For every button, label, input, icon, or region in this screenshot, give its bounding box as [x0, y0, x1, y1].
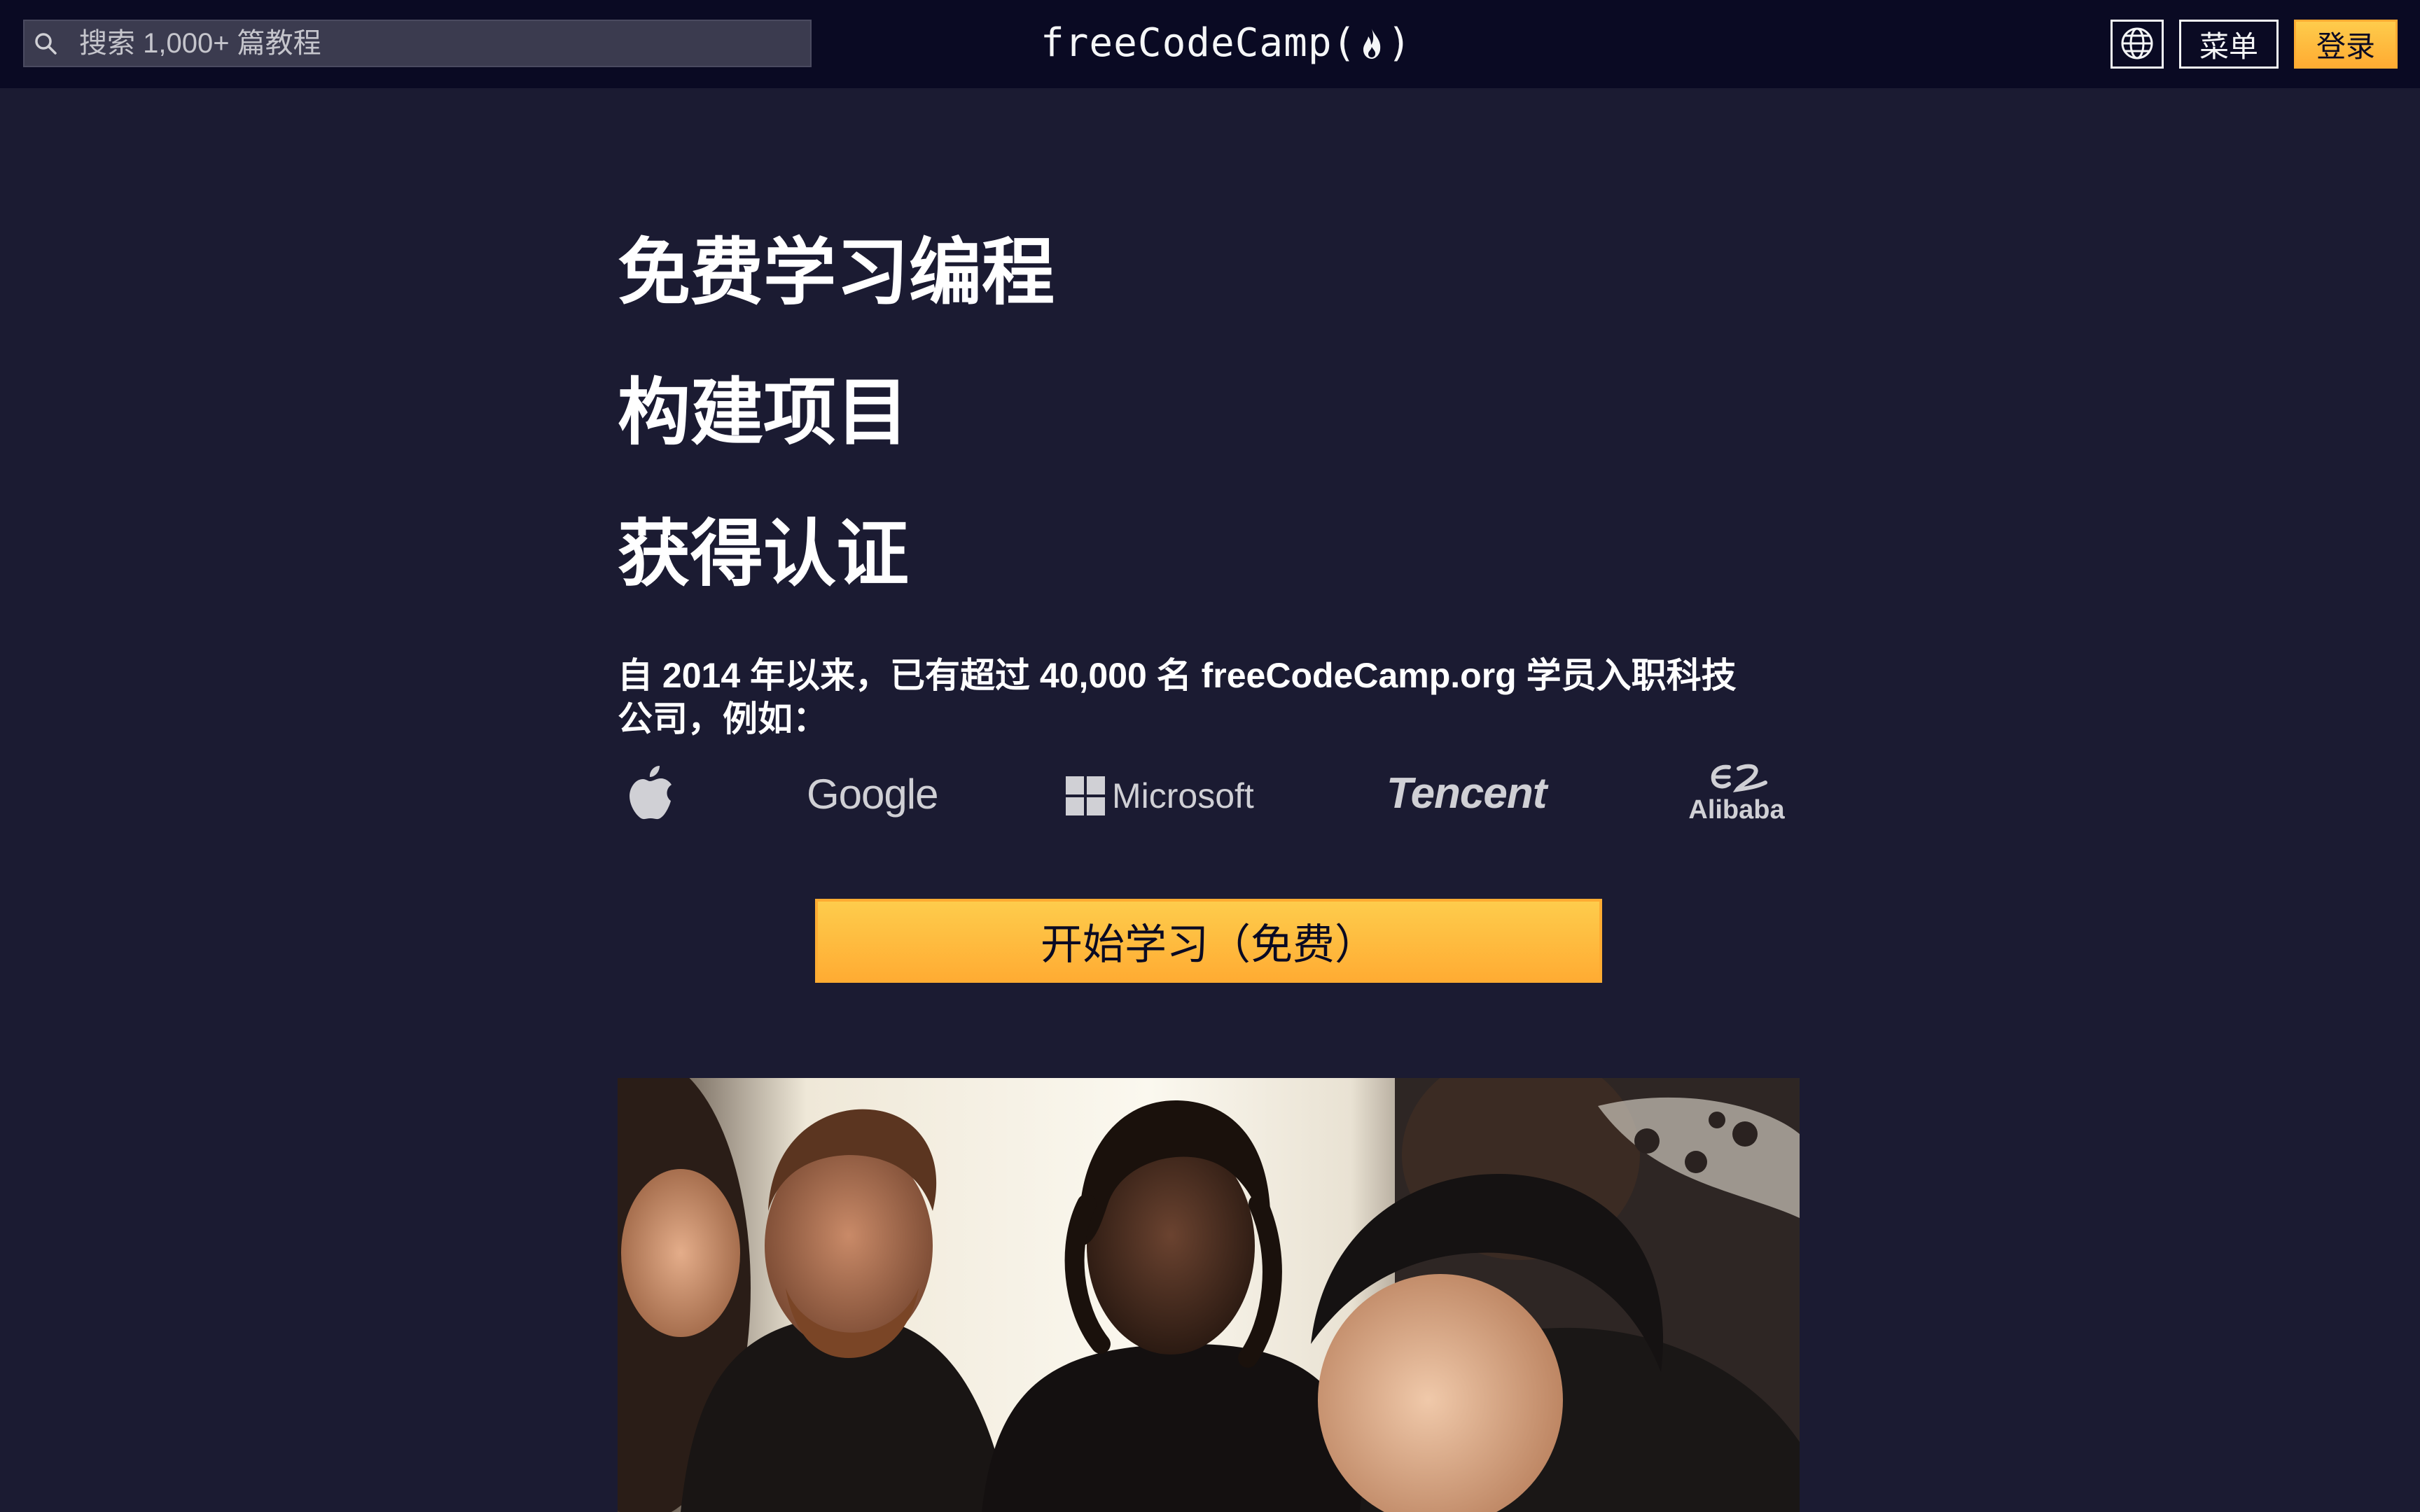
microsoft-logo-text: Microsoft [1112, 776, 1254, 816]
brand-logo[interactable]: freeCodeCamp( ) [1041, 15, 1412, 70]
alibaba-mark-icon [1711, 764, 1767, 792]
brand-text-left: freeCodeCamp( [1041, 20, 1357, 66]
hero-heading-build: 构建项目 [618, 372, 910, 454]
apple-logo-icon [623, 763, 676, 823]
tencent-logo: Tencent [1386, 769, 1547, 818]
google-logo: Google [807, 771, 938, 818]
language-button[interactable] [2110, 20, 2164, 69]
menu-button[interactable]: 菜单 [2179, 20, 2279, 69]
hero-subtitle: 自 2014 年以来，已有超过 40,000 名 freeCodeCamp.or… [618, 656, 1737, 738]
top-navbar: freeCodeCamp( ) 菜单 登录 [0, 0, 2420, 88]
flame-icon [1358, 25, 1386, 60]
hero-heading-learn: 免费学习编程 [618, 232, 1055, 314]
start-learning-button[interactable]: 开始学习（免费） [815, 899, 1602, 983]
hero-photo-people-collaborating [618, 1078, 1800, 1512]
search-icon [32, 29, 60, 57]
brand-text-right: ) [1387, 20, 1412, 66]
microsoft-windows-icon [1066, 776, 1105, 816]
alibaba-logo-text: Alibaba [1688, 795, 1785, 825]
search-box[interactable] [23, 20, 812, 67]
alibaba-logo: Alibaba [1678, 762, 1795, 832]
search-input[interactable] [78, 27, 810, 60]
globe-icon [2120, 26, 2155, 63]
hero-heading-certify: 获得认证 [618, 514, 910, 595]
microsoft-logo: Microsoft [1066, 776, 1254, 816]
sign-in-button[interactable]: 登录 [2294, 20, 2398, 69]
